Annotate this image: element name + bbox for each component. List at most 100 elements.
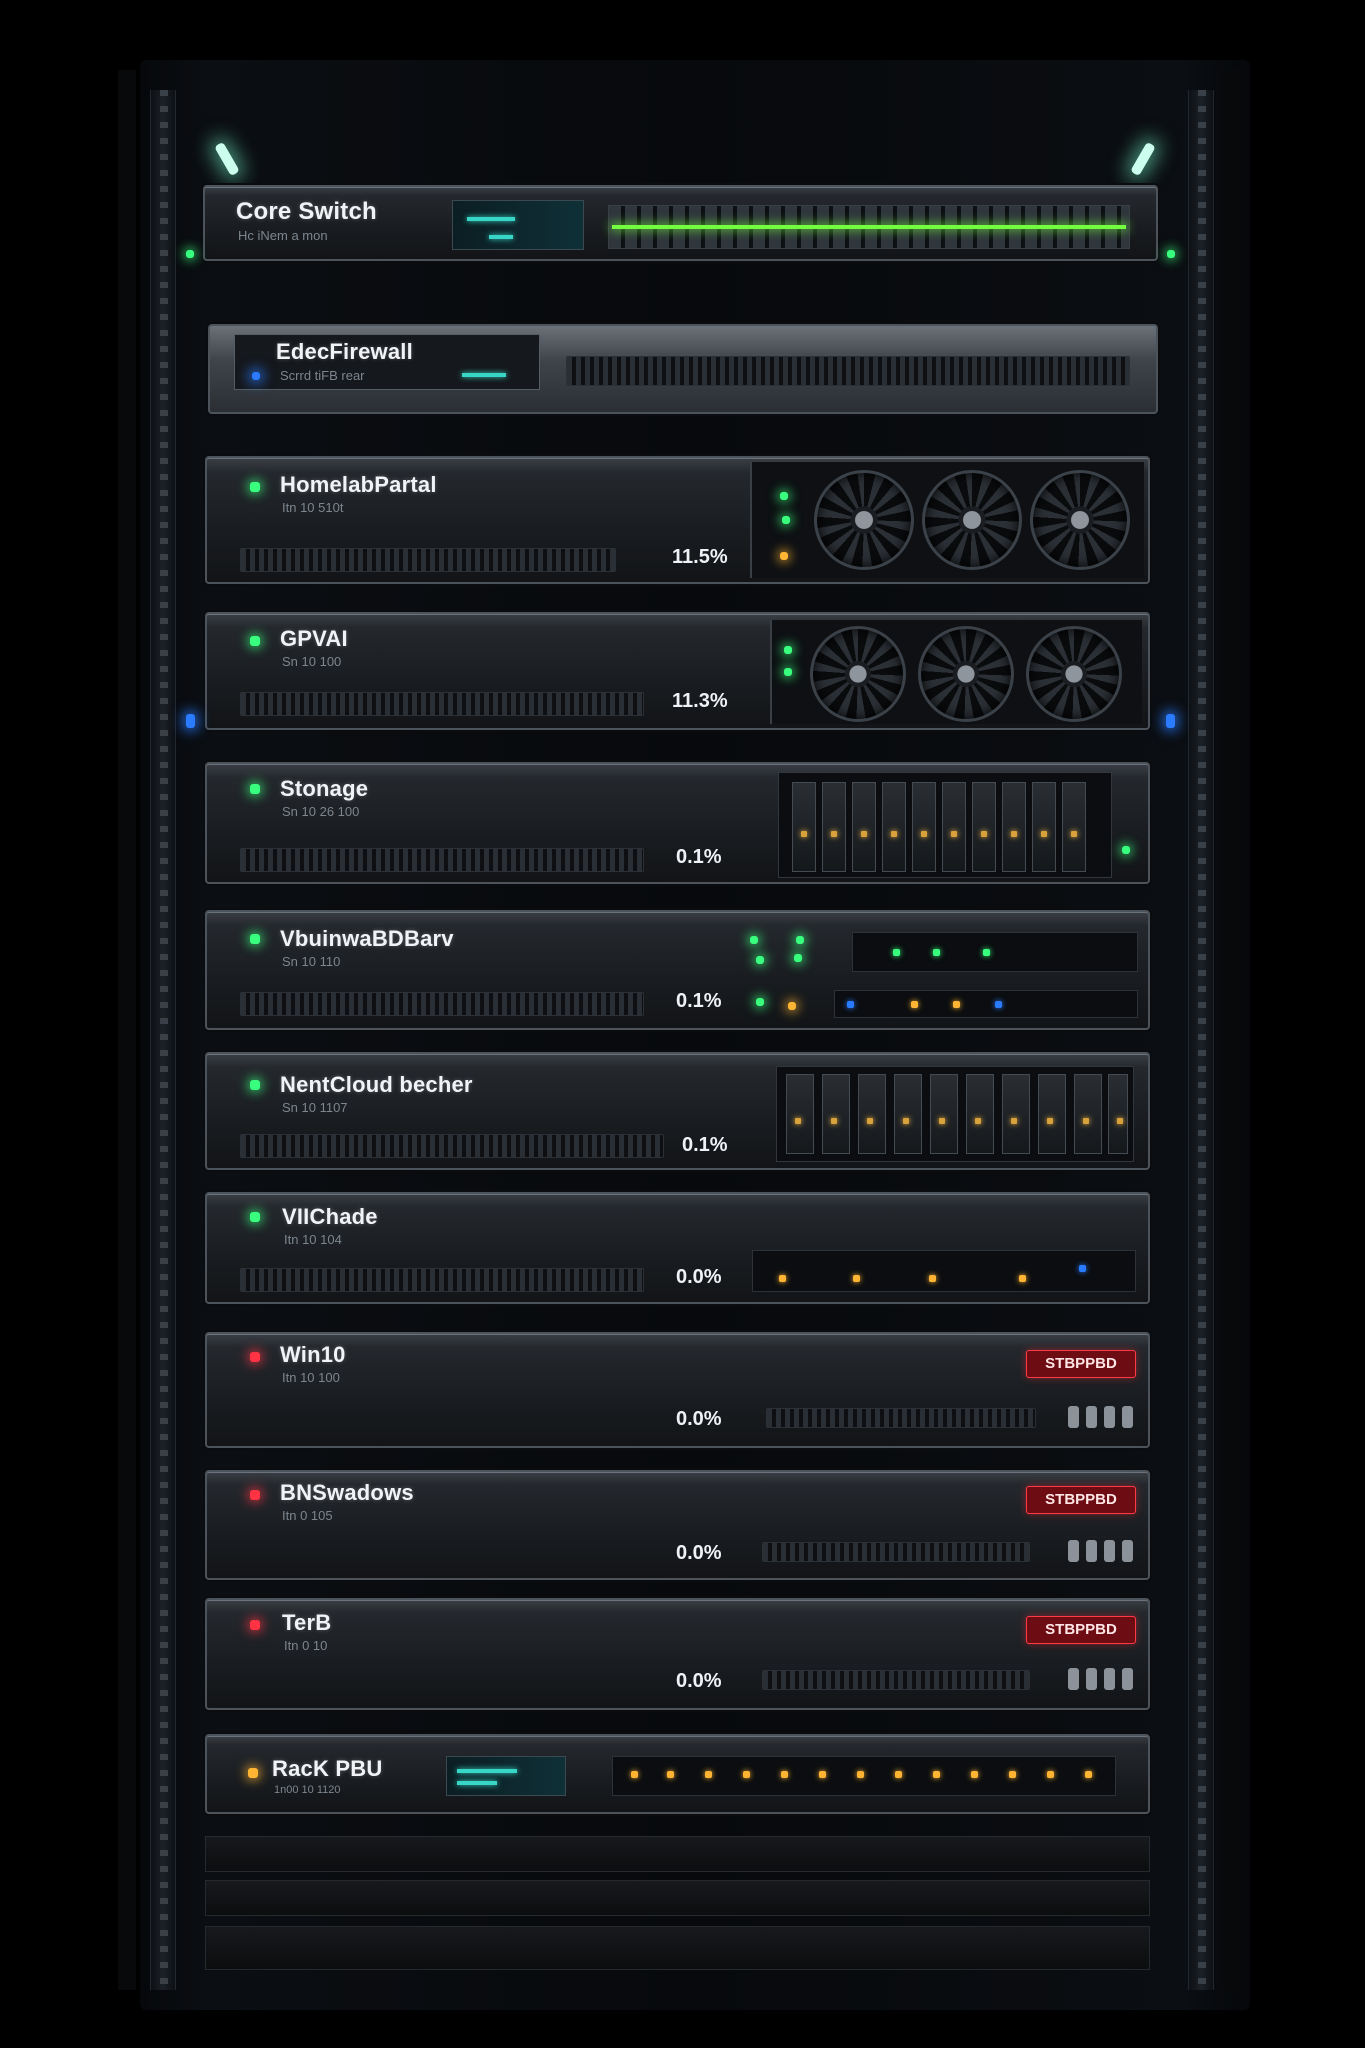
drive-slot (1122, 1540, 1133, 1562)
device-vent (766, 1408, 1036, 1428)
device-name: VbuinwaBDBarv (280, 926, 454, 951)
device-name: Stonage (280, 776, 369, 801)
stopped-badge: STBPPBD (1026, 1616, 1136, 1644)
drive-icon (822, 1074, 850, 1154)
device-name: Core Switch (236, 198, 377, 225)
drive-icon (1032, 782, 1056, 872)
device-subtitle: Itn 10 104 (284, 1232, 342, 1247)
device-vent (762, 1670, 1030, 1690)
cpu-usage: 11.3% (672, 690, 728, 712)
drive-icon (912, 782, 936, 872)
cpu-usage: 0.0% (676, 1542, 722, 1564)
fan-icon (1026, 626, 1122, 722)
drive-icon (882, 782, 906, 872)
device-vent (240, 1268, 644, 1292)
status-led (186, 250, 194, 258)
stopped-badge: STBPPBD (1026, 1350, 1136, 1378)
fan-icon (1030, 470, 1130, 570)
drive-slot (1086, 1406, 1097, 1428)
status-led (794, 954, 802, 962)
drive-icon (852, 782, 876, 872)
rack-rail-left (150, 90, 176, 1990)
status-led (250, 934, 260, 944)
cpu-usage: 0.0% (676, 1408, 722, 1430)
fan-icon (922, 470, 1022, 570)
pdu-display (446, 1756, 566, 1796)
drive-slot (1104, 1406, 1115, 1428)
device-subtitle: Sn 10 26 100 (282, 804, 360, 819)
status-led (788, 1002, 796, 1010)
device-name: HomelabPartal (280, 472, 437, 497)
status-led (784, 668, 792, 676)
drive-icon (894, 1074, 922, 1154)
fan-icon (918, 626, 1014, 722)
status-led (780, 552, 788, 560)
power-outlets (612, 1756, 1116, 1796)
cpu-usage: 0.0% (676, 1670, 722, 1692)
status-led (756, 956, 764, 964)
cpu-usage: 0.1% (682, 1134, 728, 1156)
activity-led (186, 714, 195, 728)
fan-icon (810, 626, 906, 722)
drive-slot (1122, 1406, 1133, 1428)
device-subtitle: Hc iNem a mon (238, 228, 328, 243)
device-subtitle: Itn 0 105 (282, 1508, 333, 1523)
device-subtitle: Scrrd tiFB rear (280, 368, 365, 383)
status-led (250, 1212, 260, 1222)
device-subtitle: 1n00 10 1120 (274, 1784, 341, 1796)
drive-icon (930, 1074, 958, 1154)
device-name: TerB (282, 1610, 332, 1635)
network-ports (752, 1250, 1136, 1292)
status-led (250, 1490, 260, 1500)
status-led (250, 1620, 260, 1630)
device-name: GPVAI (280, 626, 348, 651)
device-vent (240, 992, 644, 1016)
status-led (750, 936, 758, 944)
drive-slot (1104, 1540, 1115, 1562)
drive-icon (1062, 782, 1086, 872)
stopped-badge: STBPPBD (1026, 1486, 1136, 1514)
cpu-usage: 0.0% (676, 1266, 722, 1288)
status-led (784, 646, 792, 654)
drive-icon (786, 1074, 814, 1154)
cpu-usage: 0.1% (676, 846, 722, 868)
device-subtitle: Sn 10 100 (282, 654, 342, 669)
device-name: BNSwadows (280, 1480, 414, 1505)
device-subtitle: Itn 10 100 (282, 1370, 340, 1385)
status-led (1122, 846, 1130, 854)
drive-slot (1068, 1668, 1079, 1690)
firewall-vent (566, 356, 1130, 386)
drive-icon (942, 782, 966, 872)
device-name: NentCloud becher (280, 1072, 473, 1097)
rack-post-left (118, 70, 136, 1990)
status-led (756, 998, 764, 1006)
drive-icon (822, 782, 846, 872)
drive-icon (1108, 1074, 1128, 1154)
device-terb[interactable] (205, 1598, 1150, 1710)
drive-slot (1068, 1406, 1079, 1428)
blank-panel (205, 1880, 1150, 1916)
status-led (252, 372, 260, 380)
status-led (782, 516, 790, 524)
drive-icon (1038, 1074, 1066, 1154)
drive-icon (1002, 1074, 1030, 1154)
device-subtitle: Itn 10 510t (282, 500, 344, 515)
device-vent (240, 848, 644, 872)
status-led (796, 936, 804, 944)
rack-post-right (1222, 70, 1240, 1990)
device-subtitle: Sn 10 1107 (282, 1100, 348, 1115)
status-led (780, 492, 788, 500)
drive-slot (1122, 1668, 1133, 1690)
device-name: EdecFirewall (276, 339, 413, 364)
drive-slot (1068, 1540, 1079, 1562)
drive-icon (858, 1074, 886, 1154)
device-subtitle: Itn 0 10 (284, 1638, 328, 1653)
device-name: RacK PBU (272, 1756, 383, 1781)
device-vent (240, 548, 616, 572)
blank-panel (205, 1836, 1150, 1872)
blank-panel (205, 1926, 1150, 1970)
drive-icon (1074, 1074, 1102, 1154)
drive-icon (972, 782, 996, 872)
network-ports (834, 990, 1138, 1018)
activity-led (1166, 714, 1175, 728)
